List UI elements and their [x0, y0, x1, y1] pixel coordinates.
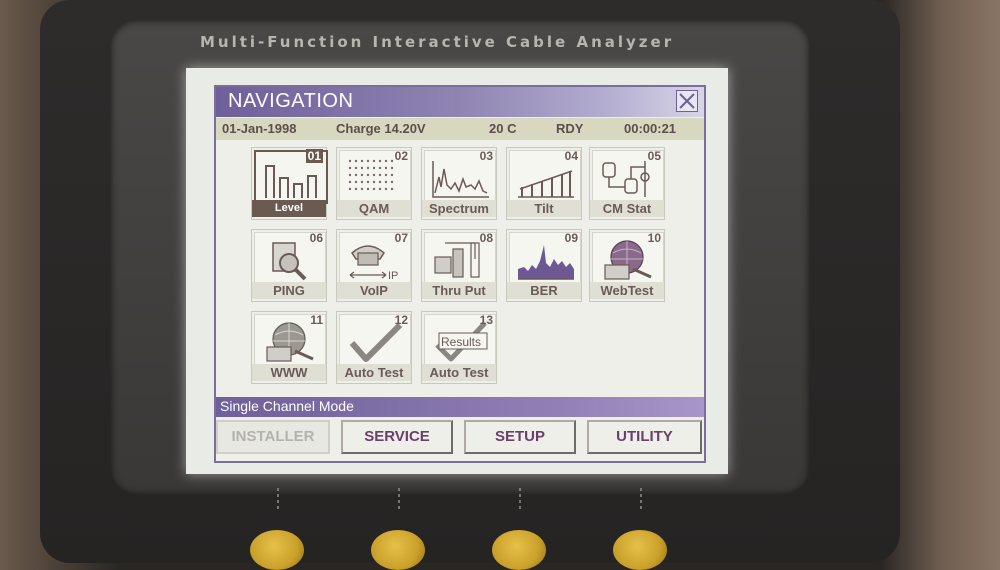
softkey-guide [519, 488, 521, 510]
tile-label: QAM [337, 200, 411, 217]
cm-stat-icon [602, 161, 650, 197]
checkmark-icon [349, 322, 403, 362]
tile-cm-stat[interactable]: 05 CM Stat [589, 147, 665, 220]
lcd-screen: NAVIGATION 01-Jan-1998 Charge 14.20V 20 … [186, 68, 728, 474]
softkey-button-4[interactable] [613, 530, 667, 570]
ber-icon [518, 245, 574, 280]
spectrum-icon [432, 161, 489, 198]
tile-label: Auto Test [422, 364, 496, 381]
tile-number: 05 [647, 149, 661, 163]
mode-bar: Single Channel Mode [216, 397, 704, 417]
status-clock: 00:00:21 [624, 121, 677, 136]
tile-number: 13 [479, 313, 493, 327]
softkey-guide [277, 488, 279, 510]
tile-auto-test[interactable]: 12 Auto Test [336, 311, 412, 384]
www-globe-icon [266, 322, 314, 362]
tile-qam[interactable]: 02 QAM [336, 147, 412, 220]
voip-ip-text: IP [388, 270, 398, 281]
tab-utility[interactable]: UTILITY [587, 420, 702, 454]
tile-number: 01 [305, 149, 323, 163]
tile-number: 10 [647, 231, 661, 245]
tile-label: PING [252, 282, 326, 299]
web-test-icon [604, 240, 652, 280]
window-title: NAVIGATION [228, 90, 354, 112]
tile-number: 12 [394, 313, 408, 327]
tab-setup[interactable]: SETUP [464, 420, 576, 454]
tile-number: 07 [394, 231, 408, 245]
tile-label: BER [507, 282, 581, 299]
qam-constellation-icon [348, 159, 394, 191]
close-icon [679, 93, 695, 109]
softkey-button-1[interactable] [250, 530, 304, 570]
tile-number: 11 [310, 313, 323, 327]
tab-installer[interactable]: INSTALLER [216, 420, 330, 454]
tile-ping[interactable]: 06 PING [251, 229, 327, 302]
navigation-window: NAVIGATION 01-Jan-1998 Charge 14.20V 20 … [214, 85, 706, 463]
window-titlebar: NAVIGATION [216, 87, 704, 117]
tile-label: Level [252, 200, 326, 217]
status-temperature: 20 C [489, 121, 517, 136]
tilt-icon [518, 170, 574, 198]
tile-number: 02 [394, 149, 408, 163]
softkey-button-2[interactable] [371, 530, 425, 570]
tile-number: 08 [479, 231, 493, 245]
status-ready: RDY [556, 121, 584, 136]
level-bars-icon [265, 165, 317, 198]
tab-service[interactable]: SERVICE [341, 420, 453, 454]
voip-phone-icon: IP [349, 245, 398, 281]
tile-voip[interactable]: IP 07 VoIP [336, 229, 412, 302]
tile-label: Auto Test [337, 364, 411, 381]
tile-label: Tilt [507, 200, 581, 217]
tile-spectrum[interactable]: 03 Spectrum [421, 147, 497, 220]
tile-label: VoIP [337, 282, 411, 299]
tile-www[interactable]: 11 WWW [251, 311, 327, 384]
softkey-button-3[interactable] [492, 530, 546, 570]
tile-label: CM Stat [590, 200, 664, 217]
tile-label: Thru Put [422, 282, 496, 299]
results-text: Results [441, 335, 481, 349]
tile-number: 04 [564, 149, 578, 163]
device-title: Multi-Function Interactive Cable Analyze… [200, 33, 675, 51]
tile-auto-test-results[interactable]: Results 13 Auto Test [421, 311, 497, 384]
status-bar: 01-Jan-1998 Charge 14.20V 20 C RDY 00:00… [216, 118, 704, 140]
tile-label: WebTest [590, 282, 664, 299]
tile-number: 09 [564, 231, 578, 245]
tile-level[interactable]: 01 Level [251, 147, 328, 220]
results-check-icon: Results [435, 321, 488, 362]
tile-label: Spectrum [422, 200, 496, 217]
tile-number: 03 [479, 149, 493, 163]
tile-webtest[interactable]: 10 WebTest [589, 229, 665, 302]
tile-label: WWW [252, 364, 326, 381]
tile-ber[interactable]: 09 BER [506, 229, 582, 302]
tile-thru-put[interactable]: 08 Thru Put [421, 229, 497, 302]
throughput-icon [434, 242, 480, 278]
softkey-guide [398, 488, 400, 510]
softkey-guide [640, 488, 642, 510]
status-date: 01-Jan-1998 [222, 121, 297, 136]
status-charge: Charge 14.20V [336, 121, 426, 136]
ping-icon [272, 242, 307, 281]
tile-number: 06 [309, 231, 323, 245]
tile-tilt[interactable]: 04 Tilt [506, 147, 582, 220]
mode-label: Single Channel Mode [220, 398, 354, 414]
close-button[interactable] [676, 90, 698, 112]
